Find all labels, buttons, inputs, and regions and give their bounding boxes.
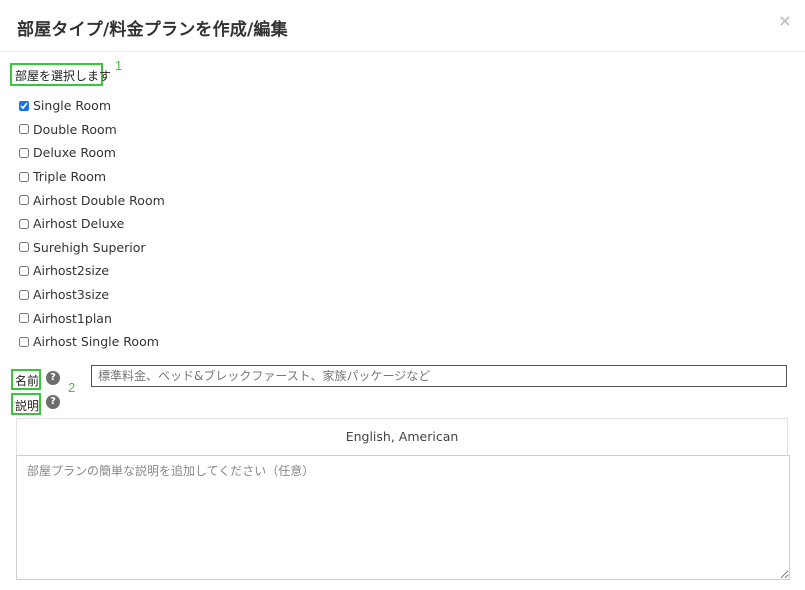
room-option[interactable]: Surehigh Superior [19, 236, 165, 260]
room-option[interactable]: Airhost Single Room [19, 330, 165, 354]
room-option[interactable]: Single Room [19, 94, 165, 118]
room-checkbox[interactable] [19, 147, 29, 158]
annotation-marker-1: 1 [115, 58, 123, 73]
modal-title: 部屋タイプ/料金プランを作成/編集 [17, 20, 288, 40]
room-checkbox[interactable] [19, 100, 29, 111]
room-option-label: Airhost2size [33, 263, 110, 279]
room-checkbox[interactable] [19, 265, 29, 276]
room-option[interactable]: Airhost1plan [19, 306, 165, 330]
room-option[interactable]: Airhost2size [19, 259, 165, 283]
description-label: 説明 [15, 399, 40, 413]
name-label: 名前 [15, 374, 40, 388]
room-checkbox[interactable] [19, 195, 29, 206]
modal-header: 部屋タイプ/料金プランを作成/編集 × [0, 0, 805, 52]
room-checkbox[interactable] [19, 218, 29, 229]
room-option-label: Airhost Double Room [33, 192, 165, 208]
description-help-icon[interactable]: ? [46, 395, 60, 409]
room-option[interactable]: Airhost Deluxe [19, 212, 165, 236]
room-option-label: Airhost Single Room [33, 334, 159, 350]
name-help-icon[interactable]: ? [46, 371, 60, 385]
room-option-label: Airhost3size [33, 287, 110, 303]
room-option[interactable]: Deluxe Room [19, 141, 165, 165]
room-option-label: Surehigh Superior [33, 239, 146, 255]
room-option-label: Deluxe Room [33, 145, 116, 161]
room-checkbox-list: Single Room Double Room Deluxe Room Triple … [19, 94, 165, 354]
room-option[interactable]: Airhost Double Room [19, 188, 165, 212]
room-checkbox[interactable] [19, 124, 29, 135]
room-checkbox[interactable] [19, 289, 29, 300]
room-option-label: Triple Room [33, 169, 107, 185]
room-option-label: Airhost1plan [33, 310, 112, 326]
room-checkbox[interactable] [19, 336, 29, 347]
close-icon[interactable]: × [777, 13, 793, 29]
description-textarea[interactable] [16, 455, 790, 580]
room-checkbox[interactable] [19, 171, 29, 182]
language-tab-english-american[interactable]: English, American [16, 418, 788, 455]
room-option-label: Double Room [33, 121, 117, 137]
room-option[interactable]: Double Room [19, 118, 165, 142]
annotation-marker-2: 2 [68, 380, 76, 395]
room-option[interactable]: Airhost3size [19, 283, 165, 307]
room-select-label: 部屋を選択します [15, 69, 112, 83]
room-checkbox[interactable] [19, 242, 29, 253]
plan-name-input[interactable] [91, 365, 787, 387]
room-option-label: Airhost Deluxe [33, 216, 125, 232]
room-checkbox[interactable] [19, 313, 29, 324]
room-option[interactable]: Triple Room [19, 165, 165, 189]
room-option-label: Single Room [33, 98, 111, 114]
